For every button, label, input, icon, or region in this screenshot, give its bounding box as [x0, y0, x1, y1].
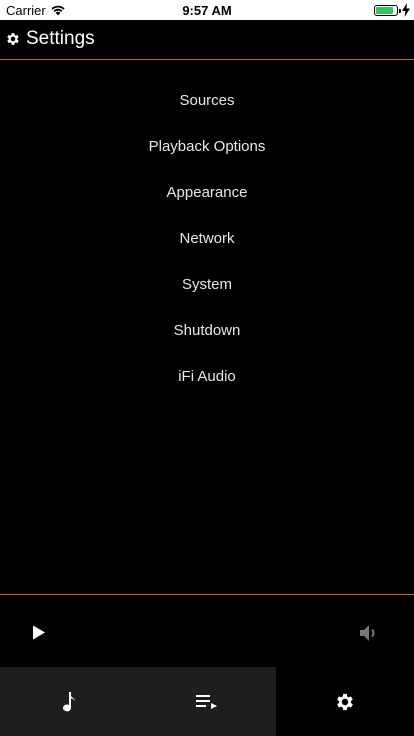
play-icon[interactable] [32, 625, 46, 640]
page-title: Settings [26, 28, 95, 49]
tab-settings[interactable] [276, 667, 414, 736]
gear-icon [7, 33, 19, 45]
menu-item-appearance[interactable]: Appearance [0, 170, 414, 216]
menu-item-sources[interactable]: Sources [0, 78, 414, 124]
player-bar [0, 594, 414, 667]
status-bar: Carrier 9:57 AM [0, 0, 414, 20]
menu-item-playback-options[interactable]: Playback Options [0, 124, 414, 170]
page-header: Settings [0, 20, 414, 60]
queue-list-icon [196, 694, 217, 709]
battery-icon [374, 5, 401, 16]
app-screen: Carrier 9:57 AM Settings Sources Playbac… [0, 0, 414, 736]
menu-item-ifi-audio[interactable]: iFi Audio [0, 354, 414, 400]
tab-bar [0, 667, 414, 736]
menu-item-system[interactable]: System [0, 262, 414, 308]
volume-icon[interactable] [358, 622, 380, 644]
settings-menu: Sources Playback Options Appearance Netw… [0, 78, 414, 400]
status-time: 9:57 AM [182, 3, 232, 18]
tab-queue[interactable] [138, 667, 276, 736]
gear-icon [337, 693, 353, 710]
music-note-icon [63, 691, 75, 711]
menu-item-shutdown[interactable]: Shutdown [0, 308, 414, 354]
charging-bolt-icon [402, 3, 410, 17]
menu-item-network[interactable]: Network [0, 216, 414, 262]
tab-music[interactable] [0, 667, 138, 736]
